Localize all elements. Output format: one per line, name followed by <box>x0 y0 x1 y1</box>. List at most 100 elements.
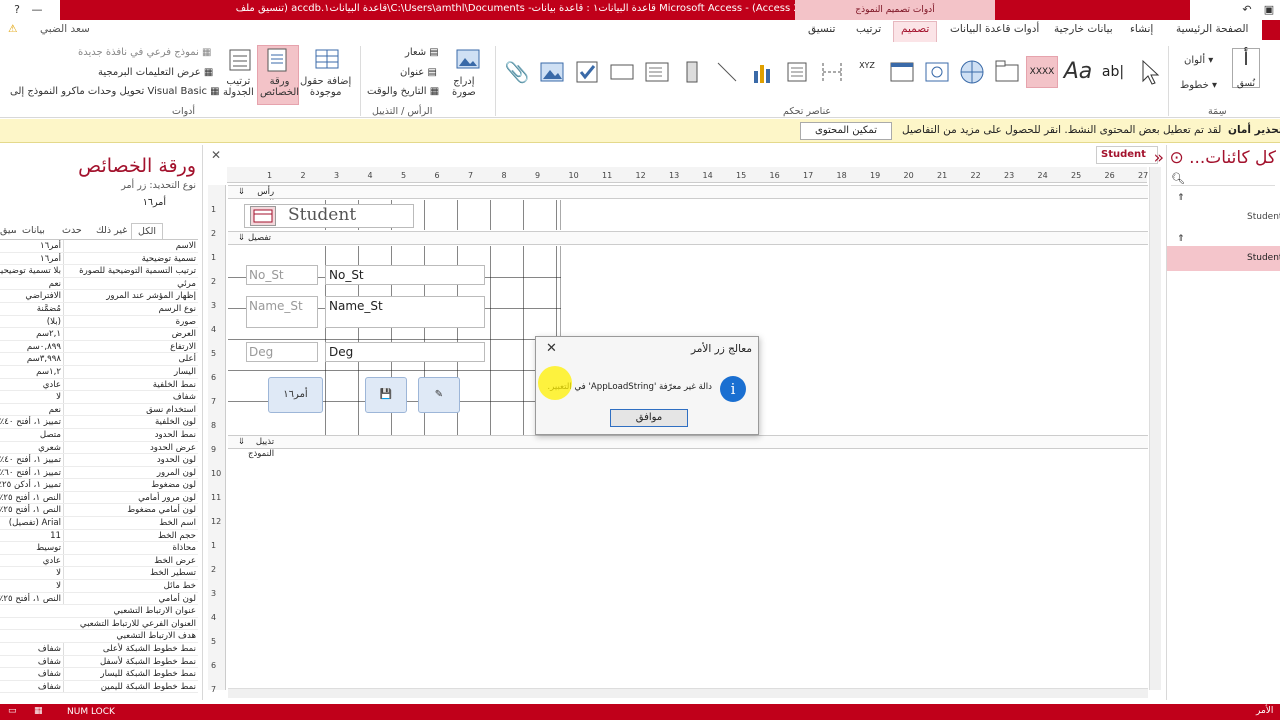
textbox-no-st[interactable]: No_St <box>325 265 485 285</box>
property-row[interactable]: اليسار ١,٢سم <box>0 365 198 379</box>
close-document-icon[interactable]: ✕ <box>211 148 221 162</box>
tab-external-data[interactable]: بيانات خارجية <box>1054 23 1113 35</box>
logo-button[interactable]: شعار ▤ <box>405 47 439 58</box>
property-row[interactable]: نوع الرسم مُضمَّنة <box>0 302 198 316</box>
tab-database-tools[interactable]: أدوات قاعدة البيانات <box>950 23 1039 35</box>
save-record-button[interactable]: 💾 <box>365 377 407 413</box>
property-row[interactable]: لون مضغوط تمييز ١، أدكن ٢٥٪ <box>0 479 198 492</box>
property-row[interactable]: نمط خطوط الشبكة لأسفل شفاف <box>0 655 198 669</box>
property-value[interactable]: نعم <box>0 403 64 416</box>
theme-fonts[interactable]: خطوط ▾ <box>1180 80 1217 91</box>
property-value[interactable]: نعم <box>0 277 64 290</box>
property-value[interactable]: متصل <box>0 428 64 441</box>
property-row[interactable]: اسم الخط Arial (تفصيل) <box>0 517 198 530</box>
property-value[interactable]: 11 <box>0 529 64 542</box>
vertical-scrollbar[interactable] <box>1149 167 1161 690</box>
option-group-icon[interactable]: XYZ <box>851 56 883 88</box>
minimize-icon[interactable]: — <box>26 0 48 20</box>
enable-content-button[interactable]: تمكين المحتوى <box>800 122 892 140</box>
ok-button[interactable]: موافق <box>610 409 688 427</box>
label-deg[interactable]: Deg <box>246 342 318 362</box>
tab-arrange[interactable]: ترتيب <box>856 23 881 35</box>
property-row[interactable]: الارتفاع ٠,٨٩٩سم <box>0 340 198 354</box>
save-icon[interactable]: ▣ <box>1258 0 1280 20</box>
property-value[interactable]: شفاف <box>0 668 64 680</box>
property-value[interactable]: مُضمَّنة <box>0 302 64 315</box>
property-row[interactable]: لون الحدود تمييز ١، أفتح ٤٠٪ <box>0 454 198 467</box>
datetime-button[interactable]: التاريخ والوقت ▦ <box>367 86 439 97</box>
property-value[interactable]: تمييز ١، أفتح ٦٠٪ <box>0 466 64 479</box>
document-tab-student[interactable]: Student <box>1096 146 1158 164</box>
close-strip[interactable] <box>1262 20 1280 40</box>
attachment-control-icon[interactable]: 📎 <box>501 56 533 88</box>
property-row[interactable]: تسطير الخط لا <box>0 567 198 581</box>
property-row[interactable]: عرض الحدود شعري <box>0 441 198 455</box>
convert-macros-button[interactable]: تحويل وحدات ماكرو النموذج إلى Visual Bas… <box>10 86 220 97</box>
tab-create[interactable]: إنشاء <box>1130 23 1153 35</box>
selection-name-dropdown[interactable]: أمر١٦ <box>143 197 166 208</box>
property-value[interactable]: ١,٢سم <box>0 365 64 378</box>
theme-colors[interactable]: ألوان ▾ <box>1184 55 1213 66</box>
select-pointer-icon[interactable] <box>1132 56 1164 88</box>
line-control-icon[interactable] <box>711 56 743 88</box>
property-row[interactable]: حجم الخط 11 <box>0 529 198 543</box>
property-row[interactable]: تسمية توضيحية أمر١٦ <box>0 252 198 266</box>
property-value[interactable]: شفاف <box>0 643 64 655</box>
tab-design[interactable]: تصميم <box>901 23 929 35</box>
property-value[interactable]: شعري <box>0 441 64 454</box>
property-value[interactable]: ٣,٩٩٨سم <box>0 353 64 365</box>
property-value[interactable]: أمر١٦ <box>0 240 64 252</box>
form-logo-icon[interactable] <box>250 206 276 226</box>
command-button-16[interactable]: أمر١٦ <box>268 377 323 413</box>
property-value[interactable]: Arial (تفصيل) <box>0 517 64 529</box>
property-row[interactable]: الاسم أمر١٦ <box>0 240 198 253</box>
property-value[interactable]: لا <box>0 580 64 592</box>
undo-icon[interactable]: ↶ <box>1236 0 1258 20</box>
property-row[interactable]: نمط خطوط الشبكة لأعلى شفاف <box>0 643 198 656</box>
property-value[interactable]: توسيط <box>0 542 64 554</box>
property-row[interactable]: لون أمامي مضغوط النص ١، أفتح ٢٥٪ <box>0 504 198 518</box>
property-row[interactable]: محاذاة توسيط <box>0 542 198 555</box>
property-value[interactable]: النص ١، أفتح ٢٥٪ <box>0 491 64 504</box>
property-row[interactable]: شفاف لا <box>0 391 198 404</box>
textbox-deg[interactable]: Deg <box>325 342 485 362</box>
prop-tab-format[interactable]: تنسيق <box>0 223 16 239</box>
page-break-icon[interactable] <box>816 56 848 88</box>
property-row[interactable]: صورة (بلا) <box>0 315 198 329</box>
nav-item-student-table[interactable]: Student <box>1247 212 1280 222</box>
prop-tab-event[interactable]: حدث <box>56 223 88 239</box>
property-value[interactable]: لا <box>0 567 64 580</box>
property-value[interactable]: شفاف <box>0 680 64 693</box>
property-sheet-icon[interactable] <box>263 46 291 74</box>
property-row[interactable]: إظهار المؤشر عند المرور الافتراضي <box>0 290 198 303</box>
property-value[interactable]: لا <box>0 391 64 403</box>
property-row[interactable]: لون الخلفية تمييز ١، أفتح ٤٠٪ <box>0 416 198 429</box>
rectangle-control-icon[interactable] <box>606 56 638 88</box>
tab-control-icon[interactable] <box>991 56 1023 88</box>
prop-tab-data[interactable]: بيانات <box>16 223 51 239</box>
checkbox-control-icon[interactable] <box>571 56 603 88</box>
property-row[interactable]: نمط خطوط الشبكة لليمين شفاف <box>0 680 198 694</box>
property-value[interactable]: عادي <box>0 378 64 391</box>
toggle-button-icon[interactable] <box>676 56 708 88</box>
property-value[interactable]: (بلا) <box>0 315 64 328</box>
hyperlink-control-icon[interactable] <box>956 56 988 88</box>
property-value[interactable]: ٠,٨٩٩سم <box>0 340 64 353</box>
label-control-icon[interactable]: Aa <box>1062 56 1094 88</box>
form-footer-bar[interactable]: ⇓ تذييل النموذج <box>228 435 1148 459</box>
property-row[interactable]: عنوان الارتباط التشعبي <box>0 605 198 618</box>
listbox-control-icon[interactable] <box>641 56 673 88</box>
textbox-name-st[interactable]: Name_St <box>325 296 485 328</box>
title-button[interactable]: عنوان ▤ <box>400 67 437 78</box>
property-value[interactable]: النص ١، أفتح ٢٥٪ <box>0 592 64 605</box>
property-row[interactable]: العرض ٢,١سم <box>0 328 198 341</box>
property-row[interactable]: نمط الحدود متصل <box>0 428 198 442</box>
prop-tab-all[interactable]: الكل <box>131 223 163 239</box>
property-value[interactable]: تمييز ١، أفتح ٤٠٪ <box>0 454 64 466</box>
web-browser-control-icon[interactable] <box>921 56 953 88</box>
help-icon[interactable]: ? <box>6 0 28 20</box>
property-row[interactable]: هدف الارتباط التشعبي <box>0 630 198 643</box>
button-control-icon[interactable]: XXXX <box>1026 56 1058 88</box>
property-row[interactable]: نمط الخلفية عادي <box>0 378 198 392</box>
nav-pane-title[interactable]: كل كائنات... ⊙ « <box>1154 148 1276 168</box>
